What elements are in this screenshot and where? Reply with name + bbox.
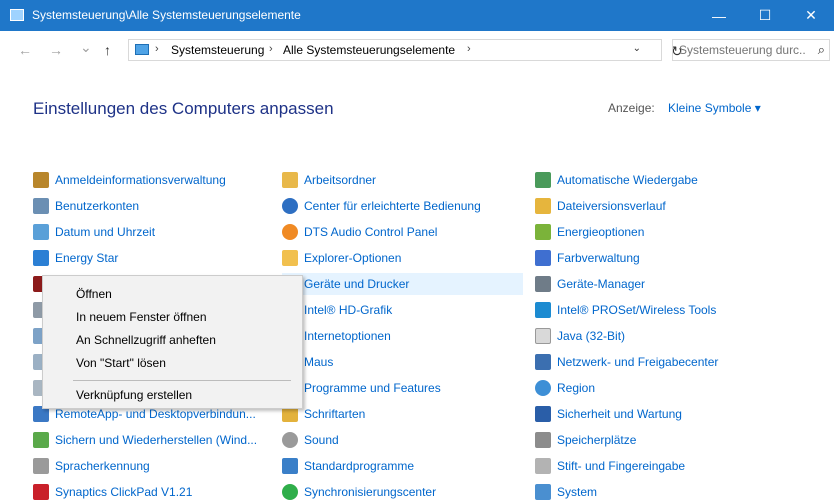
address-box[interactable]: › Systemsteuerung › Alle Systemsteuerung… [128,39,662,61]
synaptics-icon [33,484,49,500]
item-energieoptionen[interactable]: Energieoptionen [535,221,644,243]
item-sichern-wiederherstellen[interactable]: Sichern und Wiederherstellen (Wind... [33,429,257,451]
item-speicherplaetze[interactable]: Speicherplätze [535,429,636,451]
control-panel-icon [135,44,149,55]
default-programs-icon [282,458,298,474]
dts-audio-icon [282,224,298,240]
search-box[interactable]: ⌕ [672,39,830,61]
forward-arrow-icon[interactable]: → [49,42,63,58]
color-management-icon [535,250,551,266]
view-label: Anzeige: [608,101,655,115]
item-erleichterte-bedienung[interactable]: Center für erleichterte Bedienung [282,195,481,217]
speaker-icon [282,432,298,448]
item-arbeitsordner[interactable]: Arbeitsordner [282,169,376,191]
recent-locations-icon[interactable]: ⌄ [80,39,92,56]
network-icon [535,354,551,370]
device-manager-icon [535,276,551,292]
item-java[interactable]: Java (32-Bit) [535,325,625,347]
folder-options-icon [282,250,298,266]
users-icon [33,198,49,214]
window-title: Systemsteuerung\Alle Systemsteuerungsele… [32,8,301,22]
power-options-icon [535,224,551,240]
file-history-icon [535,198,551,214]
breadcrumb-systemsteuerung[interactable]: Systemsteuerung [171,43,264,57]
pen-icon [535,458,551,474]
item-farbverwaltung[interactable]: Farbverwaltung [535,247,640,269]
item-sound[interactable]: Sound [282,429,339,451]
item-synaptics[interactable]: Synaptics ClickPad V1.21 [33,481,192,503]
search-input[interactable] [679,42,805,58]
minimize-button[interactable]: — [696,0,742,31]
control-panel-icon [10,9,24,21]
autoplay-icon [535,172,551,188]
item-dts-audio[interactable]: DTS Audio Control Panel [282,221,437,243]
address-dropdown-icon[interactable]: ⌄ [633,43,641,54]
microphone-icon [33,458,49,474]
breadcrumb-separator: › [467,43,471,55]
menu-item-verknuepfung[interactable]: Verknüpfung erstellen [76,388,192,402]
item-standardprogramme[interactable]: Standardprogramme [282,455,414,477]
backup-icon [33,432,49,448]
clock-icon [33,224,49,240]
item-geraete-und-drucker[interactable]: Geräte und Drucker [282,273,523,295]
system-icon [535,484,551,500]
region-icon [535,380,551,396]
item-automatische-wiedergabe[interactable]: Automatische Wiedergabe [535,169,698,191]
item-dateiversionsverlauf[interactable]: Dateiversionsverlauf [535,195,666,217]
item-stift-fingereingabe[interactable]: Stift- und Fingereingabe [535,455,685,477]
item-programme-features[interactable]: Programme und Features [282,377,441,399]
item-netzwerk-freigabecenter[interactable]: Netzwerk- und Freigabecenter [535,351,718,373]
breadcrumb-separator: › [155,43,159,55]
menu-item-von-start-loesen[interactable]: Von "Start" lösen [76,356,166,370]
item-intel-proset-wireless[interactable]: Intel® PROSet/Wireless Tools [535,299,716,321]
up-arrow-icon[interactable]: ↑ [104,42,111,58]
item-sicherheit-wartung[interactable]: Sicherheit und Wartung [535,403,682,425]
vault-icon [33,172,49,188]
back-arrow-icon[interactable]: ← [18,42,32,58]
item-spracherkennung[interactable]: Spracherkennung [33,455,150,477]
item-system[interactable]: System [535,481,597,503]
item-energy-star[interactable]: Energy Star [33,247,118,269]
item-benutzerkonten[interactable]: Benutzerkonten [33,195,139,217]
folder-icon [282,172,298,188]
accessibility-icon [282,198,298,214]
wireless-icon [535,302,551,318]
menu-item-neues-fenster[interactable]: In neuem Fenster öffnen [76,310,207,324]
page-title: Einstellungen des Computers anpassen [33,99,334,118]
breadcrumb-separator: › [269,43,273,55]
menu-separator [73,380,291,381]
energy-star-icon [33,250,49,266]
item-explorer-optionen[interactable]: Explorer-Optionen [282,247,401,269]
breadcrumb-alle-elemente[interactable]: Alle Systemsteuerungselemente [283,43,455,57]
title-bar[interactable]: Systemsteuerung\Alle Systemsteuerungsele… [0,0,834,31]
item-anmeldeinformationsverwaltung[interactable]: Anmeldeinformationsverwaltung [33,169,226,191]
context-menu: Öffnen In neuem Fenster öffnen An Schnel… [42,275,303,409]
item-datum-und-uhrzeit[interactable]: Datum und Uhrzeit [33,221,155,243]
flag-icon [535,406,551,422]
storage-icon [535,432,551,448]
menu-item-schnellzugriff[interactable]: An Schnellzugriff anheften [76,333,216,347]
item-geraete-manager[interactable]: Geräte-Manager [535,273,645,295]
item-region[interactable]: Region [535,377,595,399]
java-icon [535,328,551,344]
sync-icon [282,484,298,500]
close-button[interactable]: ✕ [788,0,834,31]
menu-item-oeffnen[interactable]: Öffnen [76,287,112,301]
item-synchronisierungscenter[interactable]: Synchronisierungscenter [282,481,436,503]
maximize-button[interactable]: ☐ [742,0,788,31]
search-icon[interactable]: ⌕ [818,42,825,58]
view-mode-dropdown[interactable]: Kleine Symbole ▾ [668,101,761,115]
